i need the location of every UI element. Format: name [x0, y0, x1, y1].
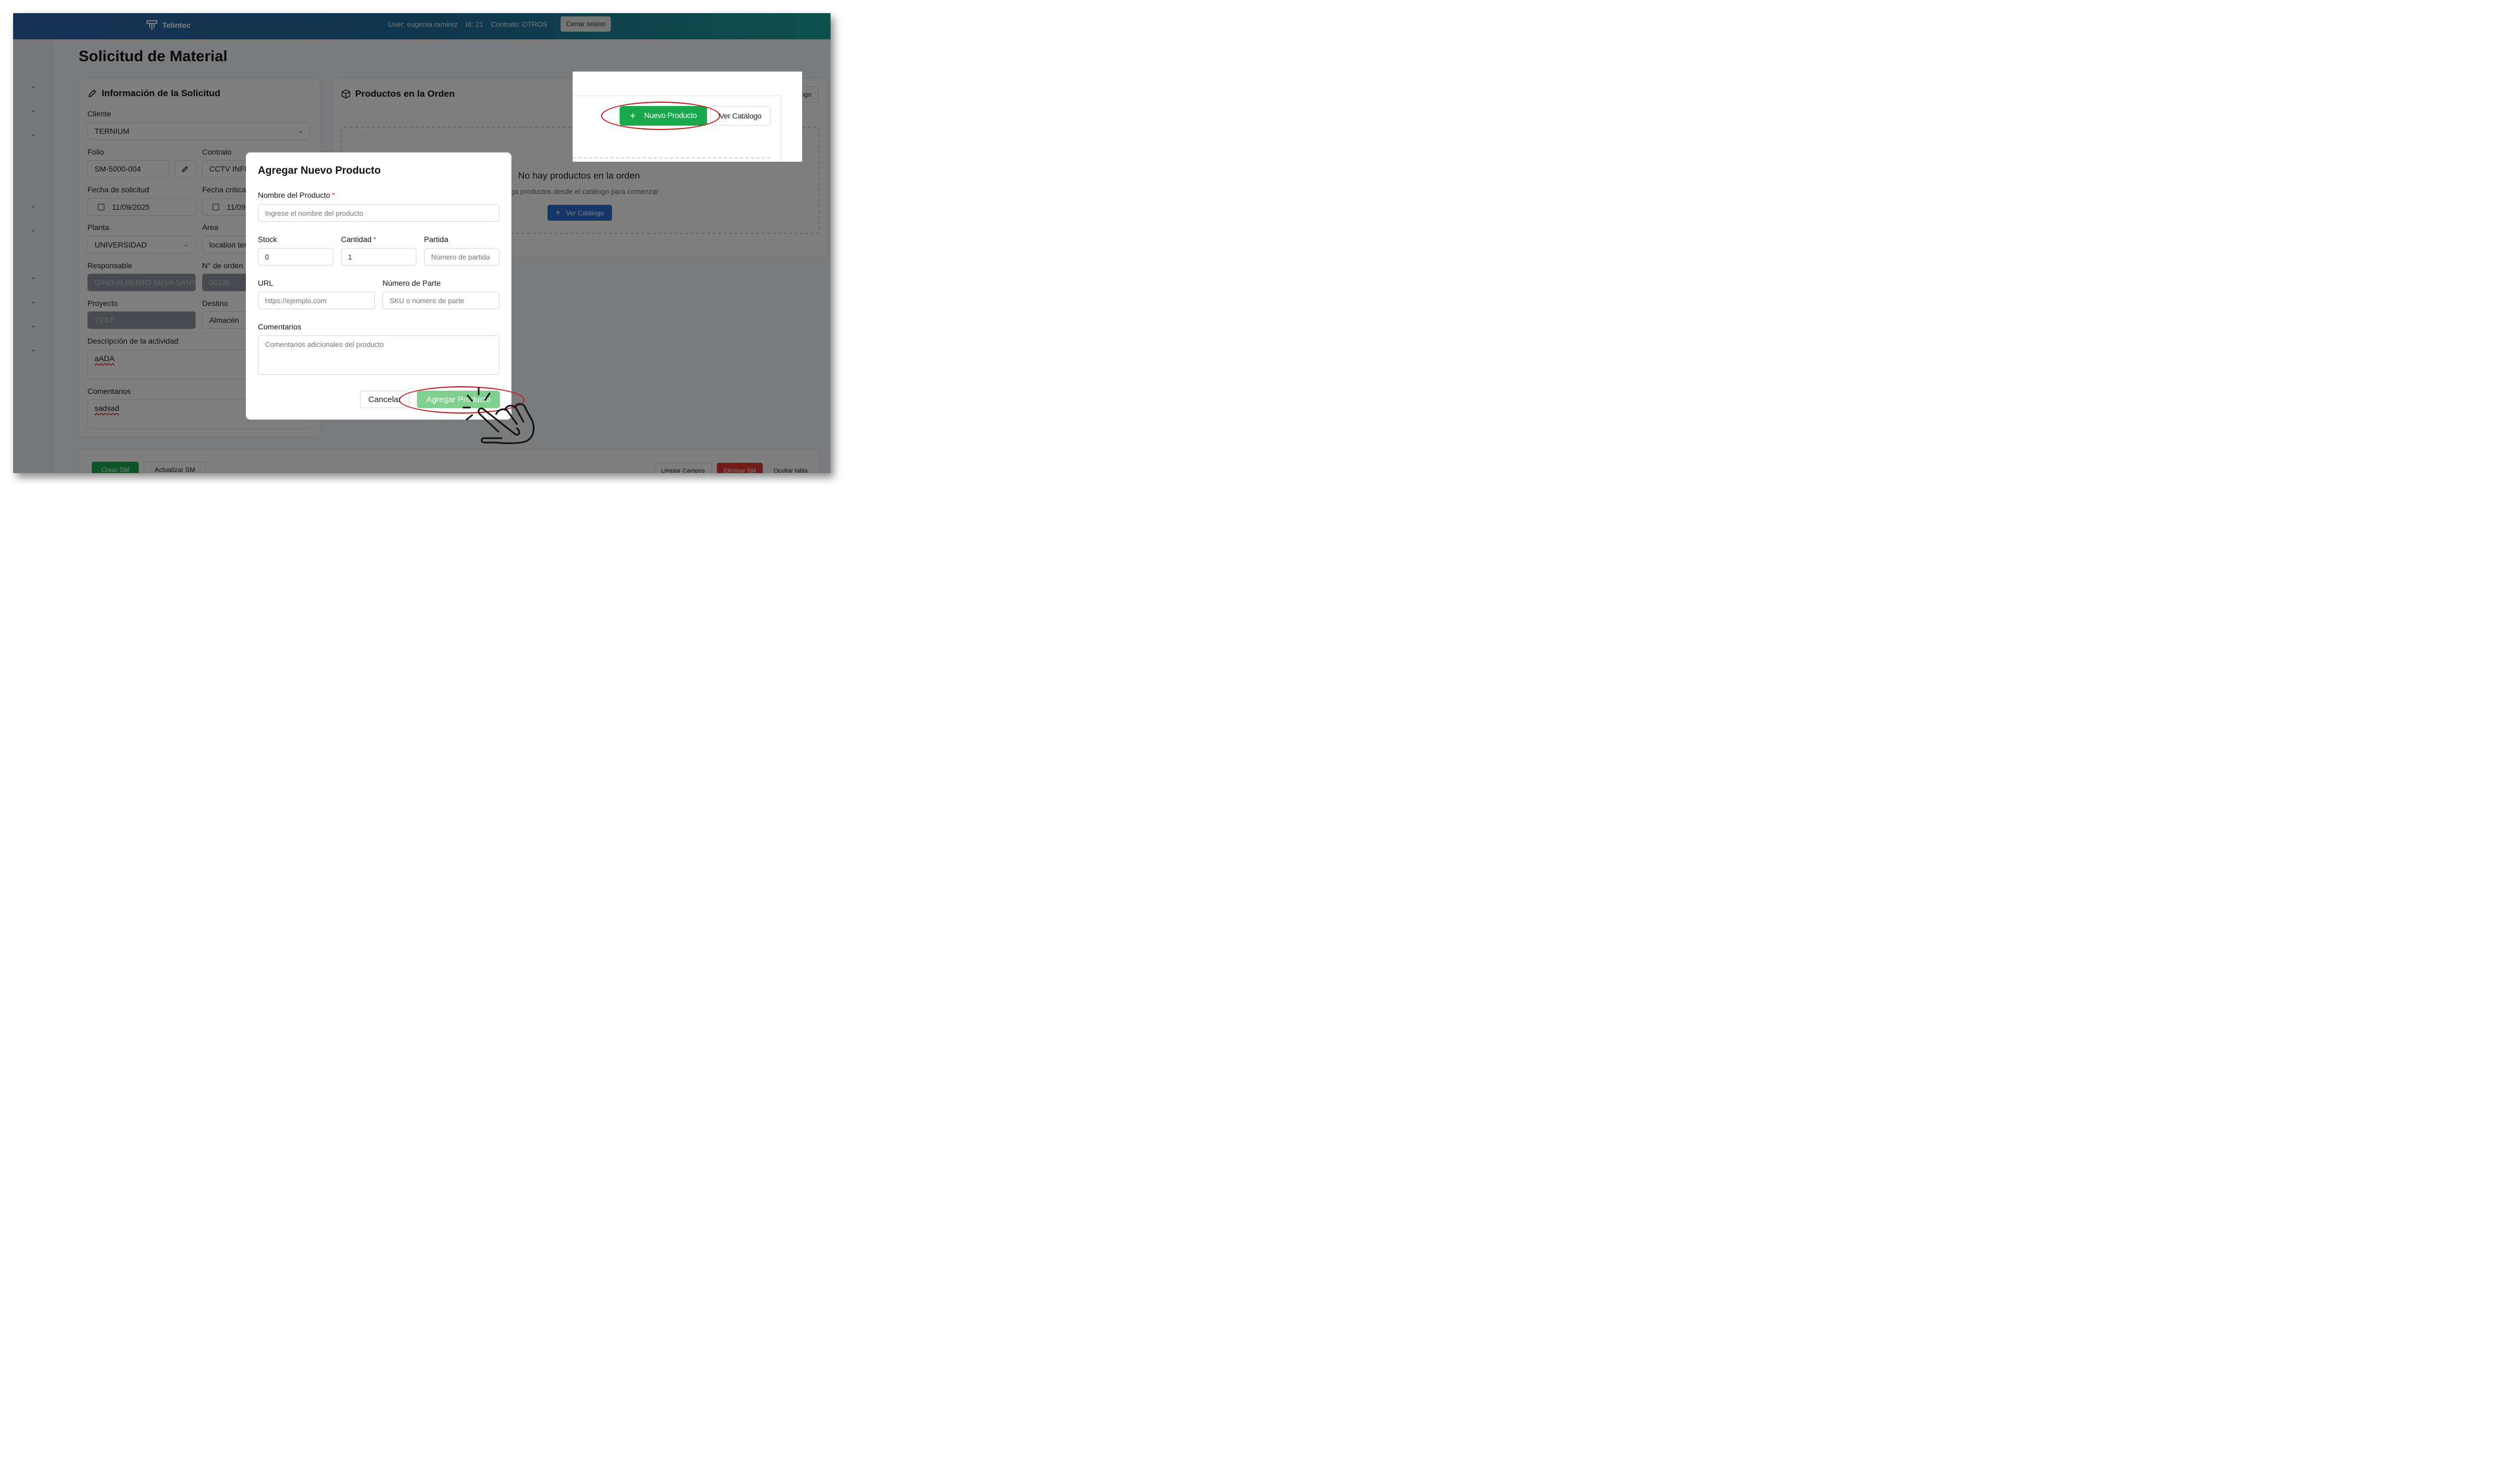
- modal-title: Agregar Nuevo Producto: [258, 165, 381, 176]
- stock-input[interactable]: [258, 248, 333, 266]
- zoom-inset: + Nuevo Producto Ver Catálogo: [573, 72, 802, 162]
- nombre-label-text: Nombre del Producto: [258, 191, 331, 199]
- inset-dashed-line: [573, 157, 770, 158]
- highlight-ellipse: [601, 102, 720, 130]
- comentarios-textarea[interactable]: [258, 335, 499, 375]
- url-label: URL: [258, 279, 274, 287]
- parte-input[interactable]: [382, 292, 499, 309]
- comentarios-label: Comentarios: [258, 322, 302, 331]
- cantidad-label-text: Cantidad: [341, 235, 372, 244]
- cantidad-label: Cantidad *: [341, 235, 376, 244]
- hand-pointer-icon: [462, 387, 535, 444]
- stock-label: Stock: [258, 235, 278, 244]
- cantidad-input[interactable]: [341, 248, 416, 266]
- partida-label: Partida: [424, 235, 449, 244]
- url-input[interactable]: [258, 292, 375, 309]
- required-mark: *: [332, 191, 335, 199]
- screenshot-frame: Telintec User: eugenia.ramirez Id: 21 Co…: [13, 13, 831, 473]
- partida-input[interactable]: [424, 248, 499, 266]
- parte-label: Número de Parte: [382, 279, 441, 287]
- nombre-label: Nombre del Producto *: [258, 191, 335, 199]
- required-mark: *: [373, 235, 376, 244]
- add-product-modal: Agregar Nuevo Producto Nombre del Produc…: [246, 152, 511, 420]
- nombre-input[interactable]: [258, 204, 499, 222]
